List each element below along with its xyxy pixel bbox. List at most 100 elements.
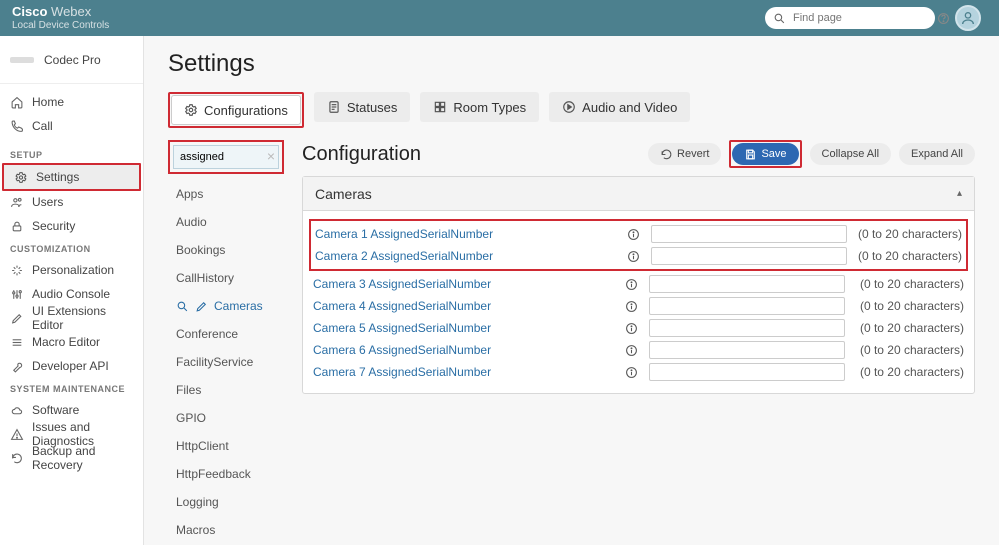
filter-item-gpio[interactable]: GPIO xyxy=(168,404,284,432)
gear-icon xyxy=(184,103,198,117)
user-avatar[interactable] xyxy=(955,5,981,31)
gear-icon xyxy=(14,171,28,184)
config-input[interactable] xyxy=(649,297,845,315)
tabs: Configurations Statuses Room Types Audio… xyxy=(168,92,975,128)
info-icon[interactable] xyxy=(625,249,641,263)
search-icon xyxy=(176,300,189,313)
sidebar-item-audio-console[interactable]: Audio Console xyxy=(0,282,143,306)
device-name: Codec Pro xyxy=(44,53,101,67)
brand-name: Cisco xyxy=(12,4,47,19)
tab-statuses[interactable]: Statuses xyxy=(314,92,411,122)
filter-item-apps[interactable]: Apps xyxy=(168,180,284,208)
panel-header[interactable]: Cameras ▴ xyxy=(303,177,974,211)
config-input[interactable] xyxy=(649,275,845,293)
lock-icon xyxy=(10,220,24,233)
info-icon[interactable] xyxy=(625,227,641,241)
info-icon[interactable] xyxy=(623,343,639,357)
highlight-configurations-tab: Configurations xyxy=(168,92,304,128)
panel-title: Cameras xyxy=(315,186,372,202)
save-button[interactable]: Save xyxy=(732,143,798,165)
filter-item-bookings[interactable]: Bookings xyxy=(168,236,284,264)
config-label[interactable]: Camera 2 AssignedSerialNumber xyxy=(315,249,615,263)
config-hint: (0 to 20 characters) xyxy=(860,343,964,357)
sidebar-item-users[interactable]: Users xyxy=(0,190,143,214)
tab-configurations[interactable]: Configurations xyxy=(171,95,301,125)
filter-item-files[interactable]: Files xyxy=(168,376,284,404)
clear-filter-icon[interactable]: × xyxy=(267,148,275,164)
info-icon[interactable] xyxy=(623,299,639,313)
sliders-icon xyxy=(10,288,24,301)
users-icon xyxy=(10,196,24,209)
sidebar-item-home[interactable]: Home xyxy=(0,90,143,114)
config-column: Configuration Revert Save Collapse All E… xyxy=(302,140,975,394)
config-row: Camera 4 AssignedSerialNumber (0 to 20 ch… xyxy=(313,295,964,317)
search-input[interactable] xyxy=(791,11,937,25)
filter-item-httpfeedback[interactable]: HttpFeedback xyxy=(168,460,284,488)
config-label[interactable]: Camera 5 AssignedSerialNumber xyxy=(313,321,613,335)
config-input[interactable] xyxy=(649,319,845,337)
tab-room-types[interactable]: Room Types xyxy=(420,92,539,122)
sidebar-item-developer-api[interactable]: Developer API xyxy=(0,354,143,378)
sidebar-item-backup[interactable]: Backup and Recovery xyxy=(0,446,143,470)
sidebar-item-security[interactable]: Security xyxy=(0,214,143,238)
help-icon[interactable] xyxy=(937,12,955,25)
top-bar: Cisco Webex Local Device Controls xyxy=(0,0,999,36)
tab-audio-video[interactable]: Audio and Video xyxy=(549,92,690,122)
collapse-caret-icon: ▴ xyxy=(957,188,962,199)
filter-item-logging[interactable]: Logging xyxy=(168,488,284,516)
config-input[interactable] xyxy=(649,341,845,359)
config-row: Camera 3 AssignedSerialNumber(0 to 20 ch… xyxy=(313,273,964,295)
config-label[interactable]: Camera 6 AssignedSerialNumber xyxy=(313,343,613,357)
sidebar-item-call[interactable]: Call xyxy=(0,114,143,138)
config-row: Camera 7 AssignedSerialNumber(0 to 20 ch… xyxy=(313,361,964,383)
info-icon[interactable] xyxy=(623,321,639,335)
config-label[interactable]: Camera 3 AssignedSerialNumber xyxy=(313,277,613,291)
config-hint: (0 to 20 characters) xyxy=(860,299,964,313)
collapse-all-button[interactable]: Collapse All xyxy=(810,143,891,165)
sidebar-item-macro-editor[interactable]: Macro Editor xyxy=(0,330,143,354)
highlight-config-rows: Camera 1 AssignedSerialNumber (0 to 20 ch… xyxy=(309,219,968,271)
device-header: Codec Pro xyxy=(0,36,143,84)
filter-item-audio[interactable]: Audio xyxy=(168,208,284,236)
brand-subtitle: Local Device Controls xyxy=(12,20,109,31)
pencil-icon xyxy=(10,312,24,325)
list-icon xyxy=(10,336,24,349)
revert-button[interactable]: Revert xyxy=(648,143,721,165)
search-box[interactable] xyxy=(765,7,935,29)
page-title: Settings xyxy=(168,50,975,78)
config-row: Camera 5 AssignedSerialNumber (0 to 20 ch… xyxy=(313,317,964,339)
filter-list: AppsAudioBookingsCallHistoryCamerasConfe… xyxy=(168,180,284,545)
info-icon[interactable] xyxy=(623,365,639,379)
config-label[interactable]: Camera 1 AssignedSerialNumber xyxy=(315,227,615,241)
filter-item-httpclient[interactable]: HttpClient xyxy=(168,432,284,460)
wrench-icon xyxy=(10,360,24,373)
filter-item-callhistory[interactable]: CallHistory xyxy=(168,264,284,292)
config-label[interactable]: Camera 7 AssignedSerialNumber xyxy=(313,365,613,379)
config-hint: (0 to 20 characters) xyxy=(858,227,962,241)
nav-heading-setup: SETUP xyxy=(0,144,143,164)
info-icon[interactable] xyxy=(623,277,639,291)
filter-item-conference[interactable]: Conference xyxy=(168,320,284,348)
sidebar-item-issues[interactable]: Issues and Diagnostics xyxy=(0,422,143,446)
filter-input[interactable] xyxy=(173,145,279,169)
filter-item-facilityservice[interactable]: FacilityService xyxy=(168,348,284,376)
config-panel: Cameras ▴ Camera 1 AssignedSerialNumber (… xyxy=(302,176,975,394)
filter-item-macros[interactable]: Macros xyxy=(168,516,284,544)
sidebar-item-software[interactable]: Software xyxy=(0,398,143,422)
expand-all-button[interactable]: Expand All xyxy=(899,143,975,165)
brand-product: Webex xyxy=(51,4,91,19)
config-input[interactable] xyxy=(651,225,847,243)
config-input[interactable] xyxy=(651,247,847,265)
config-hint: (0 to 20 characters) xyxy=(860,321,964,335)
revert-icon xyxy=(660,148,673,161)
sidebar-item-personalization[interactable]: Personalization xyxy=(0,258,143,282)
config-label[interactable]: Camera 4 AssignedSerialNumber xyxy=(313,299,613,313)
alert-icon xyxy=(10,428,24,441)
sidebar-item-ui-extensions[interactable]: UI Extensions Editor xyxy=(0,306,143,330)
config-input[interactable] xyxy=(649,363,845,381)
sidebar-item-settings[interactable]: Settings xyxy=(4,165,139,189)
config-heading: Configuration xyxy=(302,143,421,166)
phone-icon xyxy=(10,120,24,133)
filter-item-cameras[interactable]: Cameras xyxy=(168,292,284,320)
save-icon xyxy=(744,148,757,161)
